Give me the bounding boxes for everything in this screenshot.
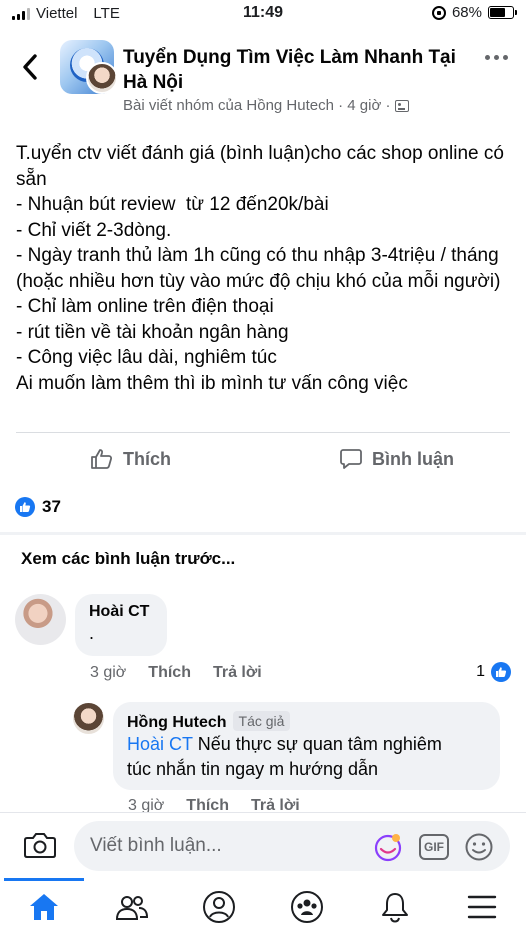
profile-icon	[203, 891, 235, 923]
status-right: 68%	[431, 4, 517, 21]
like-reaction-icon	[491, 662, 511, 682]
notifications-icon	[382, 893, 408, 923]
bottom-nav	[0, 878, 526, 935]
post-line: T.uyển ctv viết đánh giá (bình luận)cho …	[16, 143, 510, 190]
battery-percent: 68%	[451, 4, 482, 21]
emoji-button[interactable]	[464, 832, 494, 862]
post-meta: Bài viết nhóm của Hồng Hutech · 4 giờ ·	[123, 97, 410, 114]
comment-like-number: 1	[476, 663, 485, 680]
groups-icon	[291, 891, 323, 923]
reply-avatar[interactable]	[73, 703, 104, 734]
menu-icon	[467, 895, 497, 919]
chevron-left-icon	[23, 54, 37, 80]
reaction-count: 37	[42, 497, 61, 516]
avatar-sticker-button[interactable]	[372, 832, 404, 862]
view-previous-comments[interactable]: Xem các bình luận trước...	[21, 549, 235, 569]
nav-menu[interactable]	[462, 889, 502, 925]
friends-icon	[115, 896, 149, 920]
mention-link[interactable]: Hoài CT	[127, 734, 193, 754]
comment-actions: 3 giờ Thích Trả lời	[90, 664, 262, 682]
comment-like-button[interactable]: Thích	[148, 664, 191, 682]
commenter-name[interactable]: Hoài CT	[89, 603, 153, 621]
nav-home[interactable]	[24, 889, 64, 925]
avatar-sticker-icon	[374, 834, 402, 862]
post-line: - Nhuận bút review từ 12 đến20k/bài	[16, 194, 329, 215]
status-bar: Viettel LTE 11:49 68%	[0, 0, 526, 28]
orientation-lock-icon	[431, 5, 446, 20]
group-name[interactable]: Tuyển Dụng Tìm Việc Làm Nhanh Tại Hà Nội	[123, 45, 463, 95]
like-reaction-icon	[15, 497, 35, 517]
nav-groups[interactable]	[287, 889, 327, 925]
comment-icon	[340, 449, 362, 469]
active-tab-indicator	[4, 878, 84, 881]
author-badge: Tác giả	[232, 711, 291, 731]
reply-author-name[interactable]: Hồng Hutech	[127, 714, 227, 731]
comment-time: 3 giờ	[90, 664, 127, 681]
battery-icon	[488, 6, 517, 19]
emoji-icon	[465, 833, 493, 861]
reply-text-line2: túc nhắn tin ngay m hướng dẫn	[127, 759, 379, 779]
reply-bubble[interactable]: Hồng Hutech Tác giả Hoài CT Nếu thực sự q…	[113, 702, 500, 790]
thumbs-up-icon	[91, 449, 113, 469]
comment-like-count[interactable]: 1	[476, 662, 511, 682]
back-button[interactable]	[14, 50, 46, 84]
photo-icon	[395, 99, 410, 112]
section-separator	[0, 532, 526, 535]
like-label: Thích	[123, 448, 171, 469]
post-line: - Chỉ viết 2-3dòng.	[16, 219, 172, 241]
post-line: - Công việc lâu dài, nghiêm túc	[16, 347, 277, 368]
nav-notifications[interactable]	[375, 889, 415, 925]
comment-bubble[interactable]: Hoài CT .	[75, 594, 167, 656]
divider	[16, 432, 510, 433]
post-line: Ai muốn làm thêm thì ib mình tư vấn công…	[16, 372, 408, 394]
camera-button[interactable]	[22, 829, 58, 861]
post-body: T.uyển ctv viết đánh giá (bình luận)cho …	[16, 141, 516, 396]
nav-profile[interactable]	[199, 889, 239, 925]
reply-text-line1: Nếu thực sự quan tâm nghiêm	[192, 734, 442, 754]
comment-composer: GIF	[0, 812, 526, 878]
camera-icon	[24, 833, 56, 858]
more-options-button[interactable]	[485, 55, 508, 60]
comment-text: .	[89, 623, 95, 643]
reply-text: Hoài CT Nếu thực sự quan tâm nghiêm	[127, 732, 486, 757]
post-line: - Chỉ làm online trên điện thoại	[16, 296, 274, 317]
comment-label: Bình luận	[372, 448, 454, 469]
comment-button[interactable]: Bình luận	[339, 444, 454, 474]
gif-button[interactable]: GIF	[419, 832, 449, 862]
post-line: - Ngày tranh thủ làm 1h cũng có thu nhập…	[16, 245, 504, 292]
comment-reply-button[interactable]: Trả lời	[213, 664, 262, 682]
home-icon	[30, 894, 58, 920]
gif-icon: GIF	[419, 834, 449, 860]
like-button[interactable]: Thích	[90, 444, 171, 474]
reply-author[interactable]: Hồng Hutech Tác giả	[127, 711, 486, 732]
commenter-avatar[interactable]	[15, 594, 66, 645]
nav-friends[interactable]	[112, 889, 152, 925]
post-meta-text: Bài viết nhóm của Hồng Hutech · 4 giờ ·	[123, 97, 391, 114]
post-line: - rút tiền về tài khoản ngân hàng	[16, 321, 289, 343]
author-avatar[interactable]	[86, 62, 118, 94]
reaction-summary[interactable]: 37	[15, 497, 61, 517]
